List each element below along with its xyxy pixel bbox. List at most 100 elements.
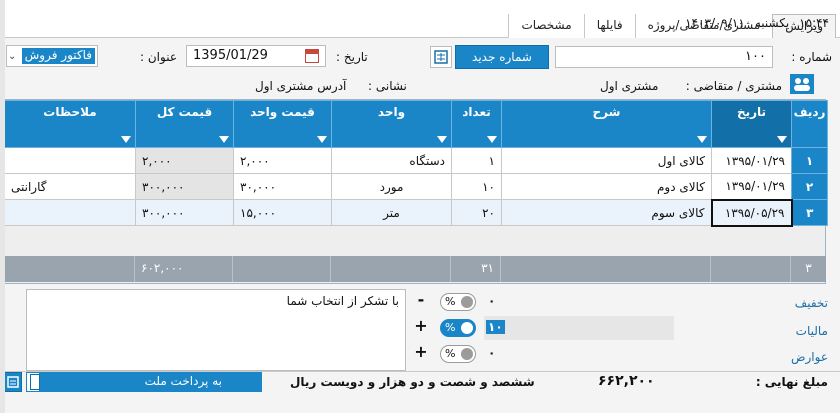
final-amount-label: مبلغ نهایی : — [755, 375, 828, 389]
toggle-knob — [461, 322, 473, 334]
customer-value: مشتری اول — [600, 79, 659, 93]
percent-sign: % — [445, 321, 456, 334]
duties-value[interactable]: ۰ — [488, 346, 495, 360]
cell-unit[interactable]: دستگاه — [331, 147, 452, 174]
filter-icon[interactable] — [317, 136, 327, 143]
total-empty-unit — [330, 256, 450, 282]
cell-total-price: ۲,۰۰۰ — [135, 147, 234, 174]
new-number-button[interactable]: شماره جدید — [455, 45, 549, 69]
number-label: شماره : — [791, 50, 832, 64]
col-qty[interactable]: تعداد — [451, 100, 502, 148]
cell-notes[interactable] — [4, 147, 136, 174]
tab-details[interactable]: مشخصات — [508, 14, 584, 38]
clock: ۱۵:۴۴ یکشنبه ۱۴۰۳/۰۹/۱۱ — [660, 16, 835, 30]
col-unit-title: واحد — [377, 105, 406, 119]
print-settings-icon[interactable] — [4, 372, 22, 392]
col-date[interactable]: تاریخ — [711, 100, 792, 148]
customer-icon[interactable] — [790, 74, 814, 94]
filter-icon[interactable] — [121, 136, 131, 143]
tax-value[interactable]: ۱۰ — [486, 320, 505, 334]
cell-qty[interactable]: ۱۰ — [451, 173, 502, 200]
col-desc-title: شرح — [592, 105, 621, 119]
cell-unit[interactable]: مورد — [331, 173, 452, 200]
clock-day: یکشنبه — [754, 16, 790, 30]
cell-desc[interactable]: کالای سوم — [501, 199, 712, 226]
table-row[interactable]: ۱ ۱۳۹۵/۰۱/۲۹ کالای اول ۱ دستگاه ۲,۰۰۰ ۲,… — [4, 147, 828, 174]
col-total-price[interactable]: قیمت کل — [135, 100, 234, 148]
filter-icon[interactable] — [777, 136, 787, 143]
cell-date-editing[interactable]: ۱۳۹۵/۰۵/۲۹ — [710, 198, 793, 227]
filter-icon[interactable] — [219, 136, 229, 143]
col-date-title: تاریخ — [736, 105, 767, 119]
col-row-no[interactable]: ردیف — [791, 100, 828, 148]
cell-notes[interactable] — [4, 199, 136, 226]
calculator-icon[interactable] — [430, 46, 452, 68]
col-notes-title: ملاحظات — [43, 105, 97, 119]
cell-unit-price[interactable]: ۱۵,۰۰۰ — [233, 199, 332, 226]
items-table: ردیف تاریخ شرح تعداد واحد قیمت واحد قیمت… — [4, 100, 828, 227]
window-left-edge — [0, 0, 5, 413]
col-total-price-title: قیمت کل — [156, 105, 213, 119]
grid-header-row: ردیف تاریخ شرح تعداد واحد قیمت واحد قیمت… — [4, 100, 828, 148]
tax-percent-toggle[interactable]: % — [440, 319, 476, 337]
discount-minus-button[interactable]: - — [414, 290, 428, 309]
cell-desc[interactable]: کالای دوم — [501, 173, 712, 200]
tab-strip: ویرایش مشتری/متقاضی/پروژه فایلها مشخصات … — [0, 0, 840, 38]
payment-gateway-select[interactable]: به پرداخت ملت — [26, 372, 262, 392]
cell-notes[interactable]: گارانتی — [4, 173, 136, 200]
discount-label: تخفیف — [794, 296, 828, 310]
total-empty-desc — [500, 256, 710, 282]
cell-desc[interactable]: کالای اول — [501, 147, 712, 174]
tax-plus-button[interactable]: + — [414, 316, 428, 335]
duties-percent-toggle[interactable]: % — [440, 345, 476, 363]
duties-plus-button[interactable]: + — [414, 342, 428, 361]
table-row[interactable]: ۲ ۱۳۹۵/۰۱/۲۹ کالای دوم ۱۰ مورد ۳۰,۰۰۰ ۳۰… — [4, 173, 828, 200]
filter-icon[interactable] — [487, 136, 497, 143]
status-bar: به پرداخت ملت ششصد و شصت و دو هزار و دوی… — [0, 371, 840, 413]
notes-textarea[interactable]: با تشکر از انتخاب شما — [26, 289, 406, 371]
col-qty-title: تعداد — [462, 105, 491, 119]
title-select[interactable]: ⌄ فاکتور فروش — [6, 45, 98, 67]
total-qty: ۳۱ — [450, 256, 500, 282]
calendar-icon[interactable] — [305, 49, 319, 63]
row-number[interactable]: ۳ — [791, 199, 828, 226]
total-amount: ۶۰۲,۰۰۰ — [134, 256, 232, 282]
total-empty-notes — [3, 256, 134, 282]
cell-qty[interactable]: ۱ — [451, 147, 502, 174]
discount-percent-toggle[interactable]: % — [440, 293, 476, 311]
filter-icon[interactable] — [697, 136, 707, 143]
title-label: عنوان : — [140, 50, 177, 64]
col-unit-price[interactable]: قیمت واحد — [233, 100, 332, 148]
filter-icon[interactable] — [437, 136, 447, 143]
col-unit[interactable]: واحد — [331, 100, 452, 148]
address-label: نشانی : — [368, 79, 407, 93]
address-value: آدرس مشتری اول — [255, 79, 347, 93]
row-number[interactable]: ۱ — [791, 147, 828, 174]
col-notes[interactable]: ملاحظات — [4, 100, 136, 148]
toggle-knob — [461, 296, 473, 308]
percent-sign: % — [445, 347, 456, 360]
cell-unit-price[interactable]: ۳۰,۰۰۰ — [233, 173, 332, 200]
cell-date[interactable]: ۱۳۹۵/۰۱/۲۹ — [711, 173, 792, 200]
title-select-value: فاکتور فروش — [21, 48, 95, 64]
date-label: تاریخ : — [336, 50, 368, 64]
chevron-down-icon: ⌄ — [8, 51, 17, 62]
duties-label: عوارض — [791, 350, 828, 364]
row-number[interactable]: ۲ — [791, 173, 828, 200]
totals-bar: ۳ ۳۱ ۶۰۲,۰۰۰ — [3, 256, 826, 282]
table-row-current[interactable]: ۳ ۱۳۹۵/۰۵/۲۹ کالای سوم ۲۰ متر ۱۵,۰۰۰ ۳۰۰… — [4, 198, 828, 227]
cell-date[interactable]: ۱۳۹۵/۰۱/۲۹ — [711, 147, 792, 174]
total-empty-date — [710, 256, 790, 282]
discount-value[interactable]: ۰ — [488, 294, 495, 308]
number-field[interactable]: ۱۰۰ — [555, 46, 773, 68]
col-unit-price-title: قیمت واحد — [250, 105, 315, 119]
tax-label: مالیات — [795, 324, 828, 338]
tab-files[interactable]: فایلها — [583, 14, 635, 38]
cell-unit[interactable]: متر — [331, 199, 452, 226]
clock-time: ۱۵:۴۴ — [799, 16, 829, 30]
percent-sign: % — [445, 295, 456, 308]
cell-qty[interactable]: ۲۰ — [451, 199, 502, 226]
cell-unit-price[interactable]: ۲,۰۰۰ — [233, 147, 332, 174]
customer-label: مشتری / متقاضی : — [685, 79, 782, 93]
col-desc[interactable]: شرح — [501, 100, 712, 148]
